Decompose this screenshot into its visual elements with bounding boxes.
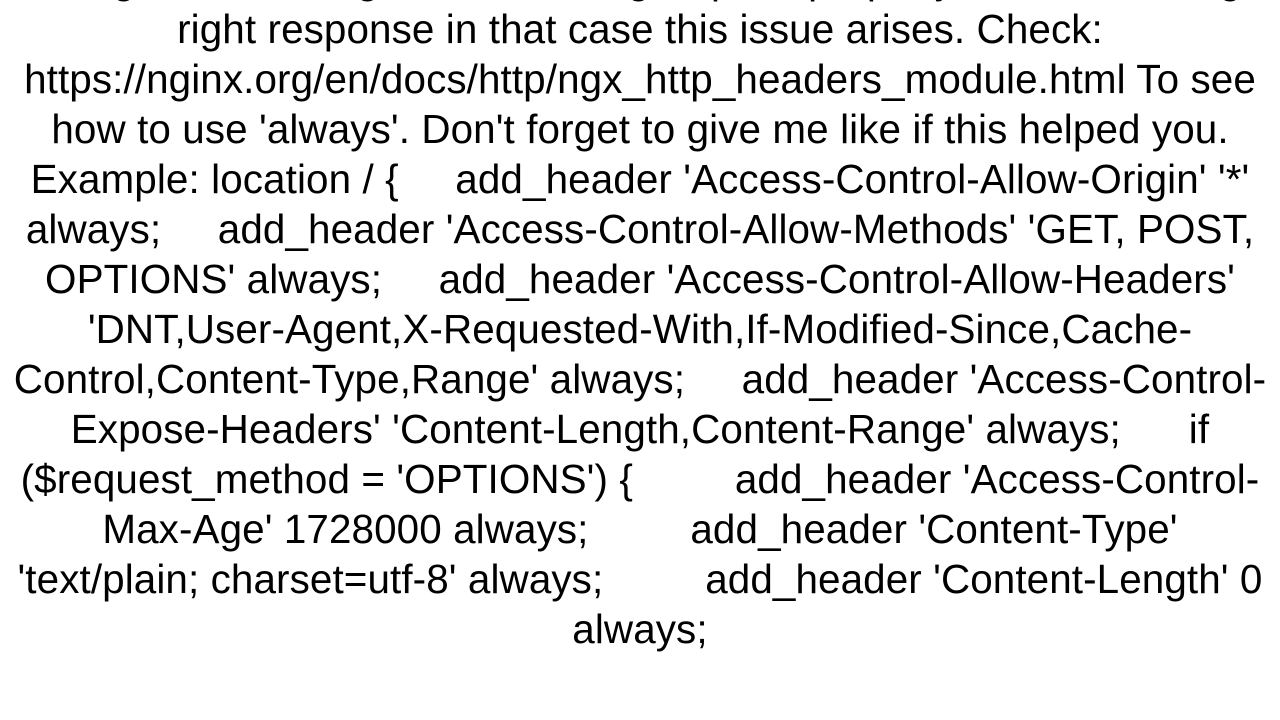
nginx-cors-config-text: using header in Nginx or returning reque… — [10, 0, 1270, 654]
page: using header in Nginx or returning reque… — [0, 0, 1280, 720]
